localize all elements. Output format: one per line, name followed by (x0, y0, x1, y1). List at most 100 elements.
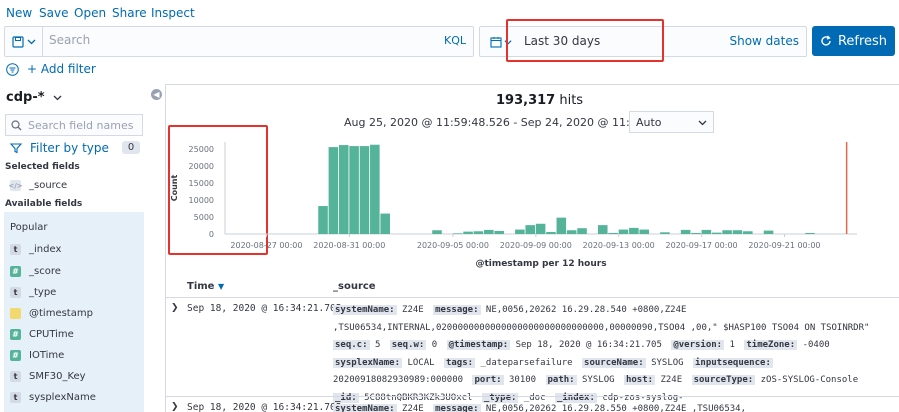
field-search-input[interactable]: Search field names (5, 114, 143, 136)
source-field: host: Z24E (623, 375, 692, 385)
quick-menu-button[interactable] (484, 27, 518, 56)
query-bar: Search KQL (4, 26, 474, 57)
histogram-bar (691, 232, 701, 234)
date-range-label[interactable]: Last 30 days (524, 34, 600, 48)
open-link[interactable]: Open (74, 6, 106, 20)
histogram-bar (556, 217, 567, 234)
field-item[interactable]: t _index (10, 244, 61, 255)
saved-query-button[interactable] (5, 27, 43, 56)
field-search-placeholder: Search field names (28, 118, 134, 132)
field-item[interactable]: t _type (10, 287, 56, 298)
source-column-header: _source (333, 281, 376, 292)
source-field-key: sourceType: (691, 375, 756, 385)
source-field-value: Sep 18, 2020 @ 16:34:21.705 (515, 340, 662, 350)
source-field-value: SYSLOG (582, 375, 615, 385)
add-filter-link[interactable]: + Add filter (27, 62, 96, 76)
source-field-key: timeZone: (744, 340, 798, 350)
collapse-sidebar-button[interactable]: ◀ (151, 89, 162, 100)
histogram-chart: 0 5000 10000 15000 20000 25000 Count 2020-08-27… (170, 142, 857, 269)
histogram-bar (597, 225, 608, 234)
y-axis-title: Count (170, 175, 179, 202)
histogram-bar (473, 231, 484, 234)
source-field-key: systemName: (333, 305, 397, 315)
expand-row-icon[interactable]: ❯ (171, 303, 179, 313)
histogram-bar (577, 228, 587, 234)
histogram-bar (463, 231, 473, 234)
histogram-bar (484, 229, 494, 234)
save-link[interactable]: Save (39, 6, 68, 20)
field-item-source[interactable]: </> _source (8, 180, 67, 191)
source-field-value: Z24E (402, 404, 424, 412)
kql-toggle[interactable]: KQL (444, 34, 466, 47)
source-field-value: 0 (431, 340, 438, 350)
histogram-bar (711, 232, 722, 234)
histogram-bar (743, 231, 753, 234)
search-input[interactable]: Search (49, 33, 429, 47)
histogram-bar (494, 230, 504, 234)
source-field: sourceName: SYSLOG (582, 357, 693, 368)
histogram-bar (680, 229, 691, 234)
source-type-icon: </> (8, 180, 23, 191)
histogram-bar (629, 227, 639, 234)
source-field: systemName: Z24E (333, 404, 433, 412)
source-field-key: tags: (443, 357, 476, 368)
source-field-value: 30100 (508, 375, 537, 385)
chevron-down-icon (504, 39, 512, 45)
filter-icon (10, 143, 22, 154)
histogram-bar (660, 232, 670, 234)
x-tick-label: 2020-09-21 00:00 (748, 241, 820, 250)
field-item[interactable]: @timestamp (10, 308, 93, 319)
expand-row-icon[interactable]: ❯ (171, 402, 179, 412)
filter-count-badge: 0 (122, 141, 140, 154)
source-field-key: message: (433, 305, 481, 315)
field-item[interactable]: # CPUTime (10, 329, 74, 340)
filter-by-type-button[interactable]: Filter by type (10, 141, 109, 155)
source-field-key: inputsequence: (693, 357, 773, 368)
row-source: systemName: Z24E message: NE,0056,20262 … (333, 401, 893, 412)
source-field: message: NE,0056,20262 16.29.28.550 +080… (433, 404, 750, 412)
inspect-link[interactable]: Inspect (151, 6, 195, 20)
chevron-left-icon: ◀ (153, 90, 160, 99)
field-item[interactable]: # IOTime (10, 350, 64, 361)
x-axis-title: @timestamp per 12 hours (475, 259, 606, 269)
histogram-bar (328, 147, 339, 234)
source-field-key: @timestamp: (446, 340, 511, 350)
source-field: timeZone: -0400 (744, 340, 833, 350)
index-pattern-selector[interactable]: cdp-* (6, 90, 62, 105)
source-field: path: SYSLOG (545, 375, 624, 385)
chevron-down-icon (53, 95, 61, 101)
y-tick-label: 15000 (189, 179, 214, 188)
refresh-label: Refresh (837, 33, 888, 49)
histogram-bar (763, 230, 774, 234)
y-tick-label: 0 (209, 230, 214, 239)
time-column-header[interactable]: Time ▼ (187, 281, 224, 292)
field-item[interactable]: t SMF30_Key (10, 371, 86, 382)
y-tick-label: 20000 (189, 162, 214, 171)
index-pattern-label: cdp-* (6, 90, 45, 105)
share-link[interactable]: Share (112, 6, 147, 20)
new-link[interactable]: New (6, 6, 32, 20)
sort-down-icon: ▼ (217, 282, 225, 291)
filter-icon[interactable] (6, 62, 19, 76)
string-type-icon: t (10, 287, 21, 298)
field-name: _index (29, 244, 62, 255)
source-field: sourceType: zOS-SYSLOG-Console (691, 375, 863, 385)
field-item[interactable]: t sysplexName (10, 392, 96, 403)
source-field-key: seq.w: (389, 340, 427, 350)
table-row: ❯ Sep 18, 2020 @ 16:34:21.705 systemName… (165, 297, 899, 403)
histogram-bar (515, 229, 525, 234)
histogram-bar (535, 223, 546, 234)
histogram-bar (546, 231, 556, 234)
source-field-value: SYSLOG (651, 357, 684, 368)
show-dates-link[interactable]: Show dates (729, 34, 799, 48)
interval-select[interactable]: Auto (629, 111, 714, 133)
hits-label: hits (559, 93, 584, 108)
table-row: ❯ Sep 18, 2020 @ 16:34:21.705 systemName… (165, 396, 899, 412)
refresh-button[interactable]: Refresh (812, 26, 895, 56)
number-type-icon: # (10, 329, 21, 340)
histogram-bar (432, 230, 442, 234)
field-name: IOTime (29, 350, 65, 361)
row-source: systemName: Z24E message: NE,0056,20262 … (333, 302, 893, 407)
x-tick-label: 2020-08-31 00:00 (313, 241, 385, 250)
field-item[interactable]: # _score (10, 266, 61, 277)
